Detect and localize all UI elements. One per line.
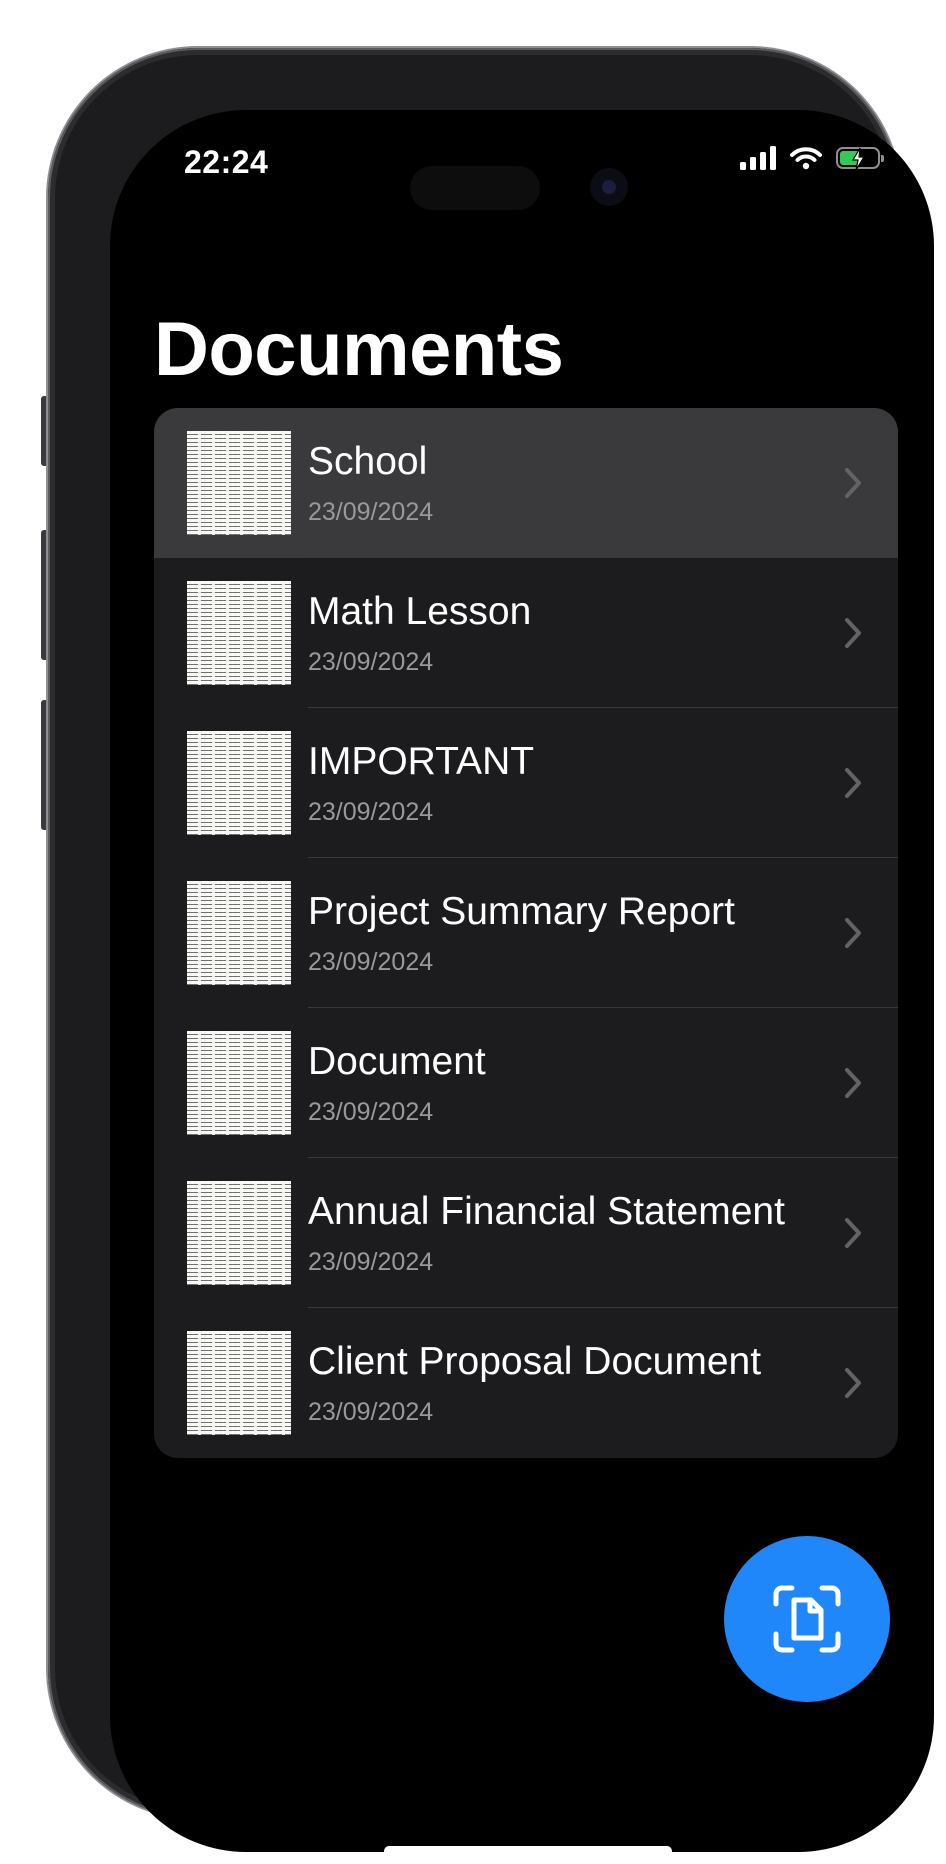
document-row-document[interactable]: Document 23/09/2024 — [154, 1008, 898, 1158]
phone-frame: 22:24 Documents School 23/09/2024 Math L… — [48, 48, 934, 1852]
cellular-signal-icon — [740, 146, 776, 170]
document-date: 23/09/2024 — [308, 948, 434, 976]
document-row-annual-financial-statement[interactable]: Annual Financial Statement 23/09/2024 — [154, 1158, 898, 1308]
chevron-right-icon — [845, 468, 861, 498]
document-date: 23/09/2024 — [308, 1398, 434, 1426]
document-row-school[interactable]: School 23/09/2024 — [154, 408, 898, 558]
document-date: 23/09/2024 — [308, 1248, 434, 1276]
document-name: Client Proposal Document — [308, 1340, 762, 1383]
document-row-important[interactable]: IMPORTANT 23/09/2024 — [154, 708, 898, 858]
document-row-project-summary-report[interactable]: Project Summary Report 23/09/2024 — [154, 858, 898, 1008]
document-date: 23/09/2024 — [308, 498, 434, 526]
battery-charging-icon — [836, 147, 884, 171]
document-name: Document — [308, 1040, 486, 1083]
document-name: School — [308, 440, 428, 483]
document-name: Annual Financial Statement — [308, 1190, 785, 1233]
document-row-math-lesson[interactable]: Math Lesson 23/09/2024 — [154, 558, 898, 708]
chevron-right-icon — [845, 1368, 861, 1398]
screen: 22:24 Documents School 23/09/2024 Math L… — [110, 110, 934, 1852]
document-date: 23/09/2024 — [308, 798, 434, 826]
dynamic-island — [410, 166, 540, 210]
chevron-right-icon — [845, 1218, 861, 1248]
document-scan-icon — [773, 1585, 841, 1653]
chevron-right-icon — [845, 618, 861, 648]
document-list: School 23/09/2024 Math Lesson 23/09/2024… — [154, 408, 898, 1458]
document-thumbnail — [187, 881, 291, 985]
wifi-icon — [790, 147, 822, 170]
document-thumbnail — [187, 431, 291, 535]
document-thumbnail — [187, 581, 291, 685]
page-title: Documents — [154, 307, 564, 392]
front-camera — [590, 168, 628, 206]
document-thumbnail — [187, 1181, 291, 1285]
scan-document-button[interactable] — [724, 1536, 890, 1702]
status-icons — [740, 146, 884, 171]
document-thumbnail — [187, 1331, 291, 1435]
document-name: Math Lesson — [308, 590, 532, 633]
status-time: 22:24 — [184, 144, 269, 180]
document-date: 23/09/2024 — [308, 648, 434, 676]
chevron-right-icon — [845, 1068, 861, 1098]
chevron-right-icon — [845, 768, 861, 798]
chevron-right-icon — [845, 918, 861, 948]
document-name: IMPORTANT — [308, 740, 535, 783]
home-indicator[interactable] — [384, 1846, 672, 1852]
document-thumbnail — [187, 731, 291, 835]
document-name: Project Summary Report — [308, 890, 735, 933]
document-row-client-proposal-document[interactable]: Client Proposal Document 23/09/2024 — [154, 1308, 898, 1458]
document-date: 23/09/2024 — [308, 1098, 434, 1126]
document-thumbnail — [187, 1031, 291, 1135]
